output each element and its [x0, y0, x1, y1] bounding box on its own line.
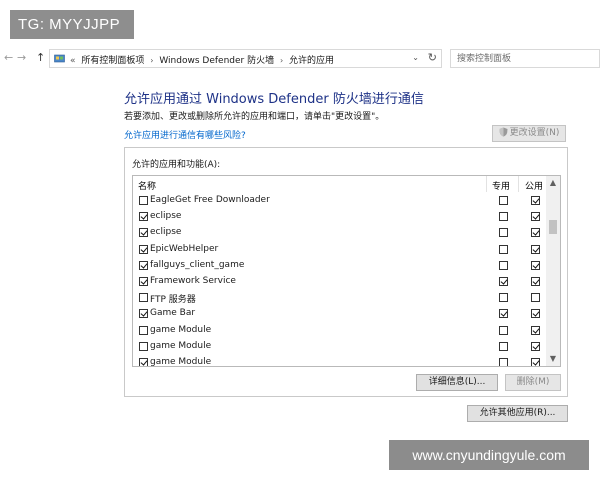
enable-checkbox[interactable]: [139, 309, 148, 319]
control-panel-icon: [54, 54, 65, 63]
vertical-scrollbar[interactable]: ▲ ▼: [546, 176, 560, 366]
list-item[interactable]: fallguys_client_game: [133, 258, 547, 274]
column-header-public[interactable]: 公用: [525, 179, 543, 192]
list-item[interactable]: game Module: [133, 339, 547, 355]
list-item[interactable]: eclipse: [133, 225, 547, 241]
search-input[interactable]: [451, 50, 600, 67]
scroll-down-icon[interactable]: ▼: [546, 352, 560, 366]
public-checkbox[interactable]: [531, 309, 540, 319]
arrow-up-icon[interactable]: ↑: [36, 51, 45, 65]
page-subtitle: 若要添加、更改或删除所允许的应用和端口，请单击"更改设置"。: [124, 112, 385, 122]
public-checkbox[interactable]: [531, 325, 540, 335]
public-checkbox[interactable]: [531, 212, 540, 222]
public-checkbox[interactable]: [531, 341, 540, 351]
enable-checkbox[interactable]: [139, 293, 148, 303]
app-name: EagleGet Free Downloader: [150, 195, 270, 205]
private-checkbox[interactable]: [499, 244, 508, 254]
group-label: 允许的应用和功能(A):: [132, 160, 221, 170]
allow-other-app-button[interactable]: 允许其他应用(R)...: [467, 405, 568, 422]
app-name: EpicWebHelper: [150, 243, 219, 254]
list-rows: EagleGet Free Downloader eclipse eclipse…: [133, 193, 547, 367]
private-checkbox[interactable]: [499, 228, 508, 238]
private-checkbox[interactable]: [499, 341, 508, 351]
enable-checkbox[interactable]: [139, 244, 148, 254]
change-settings-label: 更改设置(N): [509, 128, 560, 138]
private-checkbox[interactable]: [499, 309, 508, 319]
search-box[interactable]: [450, 49, 600, 68]
enable-checkbox[interactable]: [139, 357, 148, 366]
app-name: game Module: [150, 356, 212, 367]
breadcrumb[interactable]: « 所有控制面板项 › Windows Defender 防火墙 › 允许的应用…: [49, 49, 442, 68]
public-checkbox[interactable]: [531, 260, 540, 270]
breadcrumb-item-allowed-apps[interactable]: 允许的应用: [289, 56, 334, 66]
private-checkbox[interactable]: [499, 357, 508, 366]
list-header: 名称 专用 公用: [133, 176, 547, 192]
app-name: eclipse: [150, 227, 182, 238]
address-bar: ← → ↑ « 所有控制面板项 › Windows Defender 防火墙 ›…: [0, 44, 600, 72]
list-item[interactable]: Game Bar: [133, 306, 547, 322]
app-name: Framework Service: [150, 275, 236, 286]
refresh-icon[interactable]: ↻: [428, 51, 437, 64]
public-checkbox[interactable]: [531, 196, 540, 205]
public-checkbox[interactable]: [531, 276, 540, 286]
app-name: FTP 服务器: [150, 295, 196, 306]
enable-checkbox[interactable]: [139, 325, 148, 335]
breadcrumb-item-firewall[interactable]: Windows Defender 防火墙: [159, 56, 274, 66]
private-checkbox[interactable]: [499, 196, 508, 205]
public-checkbox[interactable]: [531, 228, 540, 238]
public-checkbox[interactable]: [531, 244, 540, 254]
enable-checkbox[interactable]: [139, 228, 148, 238]
list-item[interactable]: game Module: [133, 355, 547, 367]
change-settings-button[interactable]: 更改设置(N): [492, 125, 566, 142]
list-item[interactable]: EagleGet Free Downloader: [133, 193, 547, 209]
list-item[interactable]: EpicWebHelper: [133, 242, 547, 258]
scroll-up-icon[interactable]: ▲: [546, 176, 560, 190]
private-checkbox[interactable]: [499, 293, 508, 303]
details-button[interactable]: 详细信息(L)...: [416, 374, 498, 391]
list-item[interactable]: Framework Service: [133, 274, 547, 290]
private-checkbox[interactable]: [499, 276, 508, 286]
private-checkbox[interactable]: [499, 260, 508, 270]
shield-icon: [499, 127, 508, 137]
public-checkbox[interactable]: [531, 293, 540, 303]
allowed-apps-group: 允许的应用和功能(A): 名称 专用 公用 EagleGet Free Down…: [124, 147, 568, 397]
enable-checkbox[interactable]: [139, 341, 148, 351]
list-item[interactable]: FTP 服务器: [133, 290, 547, 306]
public-checkbox[interactable]: [531, 357, 540, 366]
app-name: game Module: [150, 340, 212, 351]
app-name: game Module: [150, 324, 212, 335]
breadcrumb-overflow-icon[interactable]: «: [70, 56, 76, 66]
enable-checkbox[interactable]: [139, 276, 148, 286]
watermark-tg: TG: MYYJJPP: [10, 10, 134, 39]
risk-link[interactable]: 允许应用进行通信有哪些风险?: [124, 128, 246, 141]
apps-list[interactable]: 名称 专用 公用 EagleGet Free Downloader eclips…: [132, 175, 561, 367]
app-name: eclipse: [150, 211, 182, 222]
breadcrumb-item-control-panel[interactable]: 所有控制面板项: [81, 56, 144, 66]
enable-checkbox[interactable]: [139, 196, 148, 205]
column-divider: [518, 176, 519, 192]
column-header-private[interactable]: 专用: [492, 179, 510, 192]
private-checkbox[interactable]: [499, 212, 508, 222]
enable-checkbox[interactable]: [139, 212, 148, 222]
column-divider: [486, 176, 487, 192]
enable-checkbox[interactable]: [139, 260, 148, 270]
app-name: Game Bar: [150, 308, 196, 319]
column-header-name[interactable]: 名称: [138, 179, 156, 192]
list-item[interactable]: game Module: [133, 323, 547, 339]
private-checkbox[interactable]: [499, 325, 508, 335]
arrow-left-icon[interactable]: ←: [4, 51, 13, 65]
watermark-site: www.cnyundingyule.com: [389, 440, 589, 470]
list-item[interactable]: eclipse: [133, 209, 547, 225]
remove-button[interactable]: 删除(M): [505, 374, 561, 391]
arrow-right-icon[interactable]: →: [17, 51, 26, 65]
scrollbar-thumb[interactable]: [549, 220, 557, 234]
app-name: fallguys_client_game: [150, 259, 245, 270]
breadcrumb-separator-icon[interactable]: ›: [280, 56, 283, 65]
chevron-down-icon[interactable]: ⌄: [412, 53, 419, 62]
breadcrumb-separator-icon[interactable]: ›: [150, 56, 153, 65]
page-title: 允许应用通过 Windows Defender 防火墙进行通信: [124, 92, 424, 107]
